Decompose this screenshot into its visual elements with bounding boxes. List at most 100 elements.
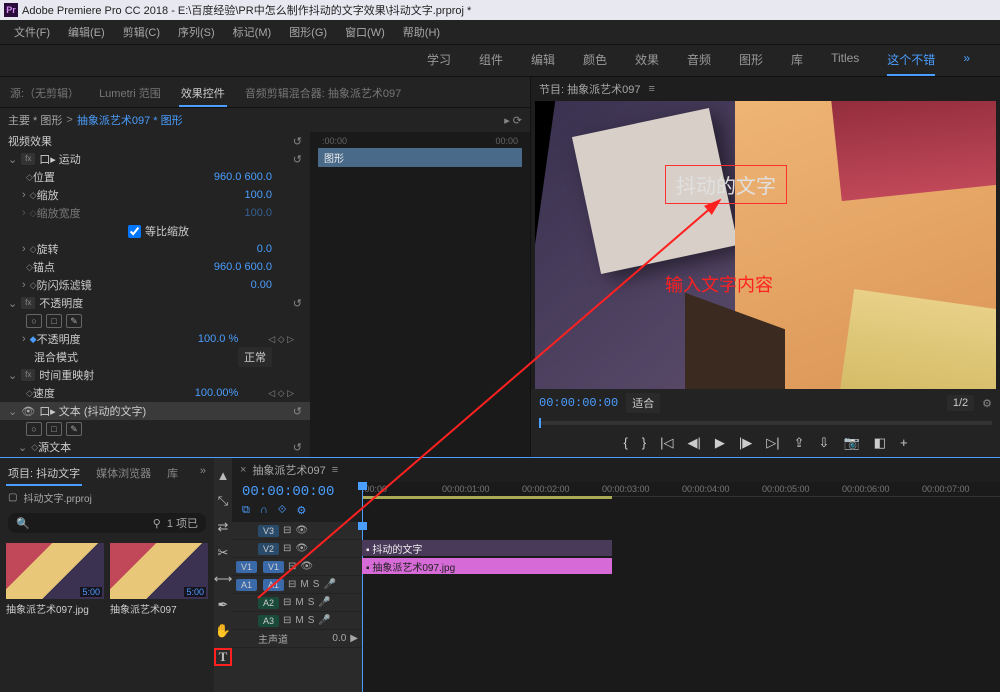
project-item[interactable]: 5:00 抽象派艺术097.jpg	[6, 543, 104, 618]
track-a3[interactable]: A3	[258, 615, 279, 627]
resolution-dropdown[interactable]: 1/2	[947, 395, 974, 411]
mask-ellipse-icon[interactable]: ○	[26, 314, 42, 328]
val-position[interactable]: 960.0 600.0	[214, 171, 272, 183]
val-speed[interactable]: 100.00%	[195, 387, 238, 399]
hand-tool-icon[interactable]: ✋	[214, 622, 232, 640]
twirl-icon[interactable]: ⌄	[8, 153, 17, 166]
razor-tool-icon[interactable]: ✂	[214, 544, 232, 562]
link-icon[interactable]: ⟐	[278, 504, 287, 517]
val-scale[interactable]: 100.0	[244, 189, 272, 201]
mini-timeline-clip[interactable]: 图形	[318, 148, 522, 167]
val-opacity[interactable]: 100.0 %	[198, 333, 238, 345]
tab-media-browser[interactable]: 媒体浏览器	[94, 462, 153, 486]
comparison-icon[interactable]: ◧	[874, 435, 886, 451]
ws-edit[interactable]: 编辑	[531, 51, 555, 70]
tab-effect-controls[interactable]: 效果控件	[179, 81, 227, 107]
ws-titles[interactable]: Titles	[831, 51, 859, 70]
pen-tool-icon[interactable]: ✒	[214, 596, 232, 614]
ws-effects[interactable]: 效果	[635, 51, 659, 70]
tab-project[interactable]: 项目: 抖动文字	[6, 462, 82, 486]
ws-audio[interactable]: 音频	[687, 51, 711, 70]
fx-time-remap[interactable]: 时间重映射	[39, 367, 94, 383]
track-a1[interactable]: A1	[263, 579, 284, 591]
sequence-name[interactable]: 抽象派艺术097	[252, 462, 325, 478]
track-v3[interactable]: V3	[258, 525, 279, 537]
ws-learn[interactable]: 学习	[427, 51, 451, 70]
marker-icon[interactable]: ∩	[260, 504, 268, 517]
program-timecode[interactable]: 00:00:00:00	[539, 396, 618, 410]
mask-pen-icon[interactable]: ✎	[66, 314, 82, 328]
val-rotation[interactable]: 0.0	[257, 243, 272, 255]
track-master[interactable]: 主声道	[258, 631, 288, 646]
ws-libraries[interactable]: 库	[791, 51, 803, 70]
keyframe-icon[interactable]: ◇	[26, 172, 33, 183]
reset-icon[interactable]: ↺	[293, 153, 302, 166]
menu-marker[interactable]: 标记(M)	[225, 22, 280, 42]
tab-libraries[interactable]: 库	[165, 462, 180, 486]
playhead[interactable]	[362, 482, 363, 522]
tab-audio-mixer[interactable]: 音频剪辑混合器: 抽象派艺术097	[243, 81, 403, 107]
fx-opacity[interactable]: 不透明度	[39, 295, 83, 311]
mark-out-icon[interactable]: }	[642, 435, 646, 451]
blend-mode-dropdown[interactable]: 正常	[238, 347, 272, 367]
timeline-tracks[interactable]: ▪ 抖动的文字 ▪ 抽象派艺术097.jpg	[362, 522, 1000, 692]
type-tool-icon[interactable]: T	[214, 648, 232, 666]
play-icon[interactable]: ▶	[715, 435, 725, 451]
menu-edit[interactable]: 编辑(E)	[60, 22, 113, 42]
ws-custom[interactable]: 这个不错	[887, 51, 935, 76]
reset-icon[interactable]: ↺	[293, 135, 302, 148]
settings-icon[interactable]: ⚙	[982, 397, 992, 410]
toggle-timeline-icon[interactable]: ▸ ⟳	[504, 114, 522, 127]
reset-icon[interactable]: ↺	[293, 297, 302, 310]
timeline-ruler[interactable]: :00:0000:00:01:0000:00:02:0000:00:03:000…	[362, 482, 1000, 497]
snap-icon[interactable]: ⧉	[242, 504, 250, 517]
project-search-input[interactable]: 🔍⚲1 项已	[8, 513, 206, 533]
ws-assembly[interactable]: 组件	[479, 51, 503, 70]
ws-color[interactable]: 颜色	[583, 51, 607, 70]
menu-graphics[interactable]: 图形(G)	[281, 22, 335, 42]
slip-tool-icon[interactable]: ⟷	[214, 570, 232, 588]
fx-motion[interactable]: 口▸ 运动	[39, 151, 81, 167]
mask-pen-icon[interactable]: ✎	[66, 422, 82, 436]
ripple-tool-icon[interactable]: ⇄	[214, 518, 232, 536]
add-button-icon[interactable]: +	[900, 435, 908, 451]
text-overlay[interactable]: 抖动的文字	[665, 165, 787, 204]
mask-ellipse-icon[interactable]: ○	[26, 422, 42, 436]
val-flicker[interactable]: 0.00	[251, 279, 272, 291]
go-out-icon[interactable]: ▷|	[766, 435, 779, 451]
mask-rect-icon[interactable]: □	[46, 422, 62, 436]
timeline-timecode[interactable]: 00:00:00:00	[232, 482, 362, 502]
track-v1[interactable]: V1	[263, 561, 284, 573]
settings-icon[interactable]: ⚙	[296, 504, 306, 517]
step-fwd-icon[interactable]: |▶	[739, 435, 752, 451]
val-anchor[interactable]: 960.0 600.0	[214, 261, 272, 273]
go-in-icon[interactable]: |◁	[660, 435, 673, 451]
program-monitor[interactable]: 抖动的文字 输入文字内容	[535, 101, 996, 389]
zoom-fit-dropdown[interactable]: 适合	[626, 393, 660, 413]
fx-text-layer[interactable]: 口▸ 文本 (抖动的文字)	[39, 403, 146, 419]
track-select-tool-icon[interactable]: ⤡	[214, 492, 232, 510]
twirl-icon[interactable]: ›	[22, 189, 26, 201]
menu-file[interactable]: 文件(F)	[6, 22, 58, 42]
project-item[interactable]: 5:00 抽象派艺术097	[110, 543, 208, 618]
menu-clip[interactable]: 剪辑(C)	[115, 22, 168, 42]
clip-image[interactable]: ▪ 抽象派艺术097.jpg	[362, 558, 612, 574]
tab-source[interactable]: 源:（无剪辑）	[8, 81, 81, 107]
export-frame-icon[interactable]: 📷	[843, 435, 859, 451]
track-v2[interactable]: V2	[258, 543, 279, 555]
ws-overflow-icon[interactable]: »	[963, 51, 970, 70]
menu-help[interactable]: 帮助(H)	[395, 22, 448, 42]
step-back-icon[interactable]: ◀|	[688, 435, 701, 451]
tab-lumetri[interactable]: Lumetri 范围	[97, 81, 163, 107]
panel-overflow-icon[interactable]: »	[198, 462, 208, 486]
extract-icon[interactable]: ⇩	[819, 435, 830, 451]
breadcrumb-clip[interactable]: 抽象派艺术097 * 图形	[77, 112, 183, 128]
clip-text[interactable]: ▪ 抖动的文字	[362, 540, 612, 556]
selection-tool-icon[interactable]: ▲	[214, 466, 232, 484]
uniform-scale-checkbox[interactable]	[128, 225, 141, 238]
menu-sequence[interactable]: 序列(S)	[170, 22, 223, 42]
track-a2[interactable]: A2	[258, 597, 279, 609]
menu-window[interactable]: 窗口(W)	[337, 22, 393, 42]
ws-graphics[interactable]: 图形	[739, 51, 763, 70]
filter-icon[interactable]: ⚲	[153, 517, 161, 530]
